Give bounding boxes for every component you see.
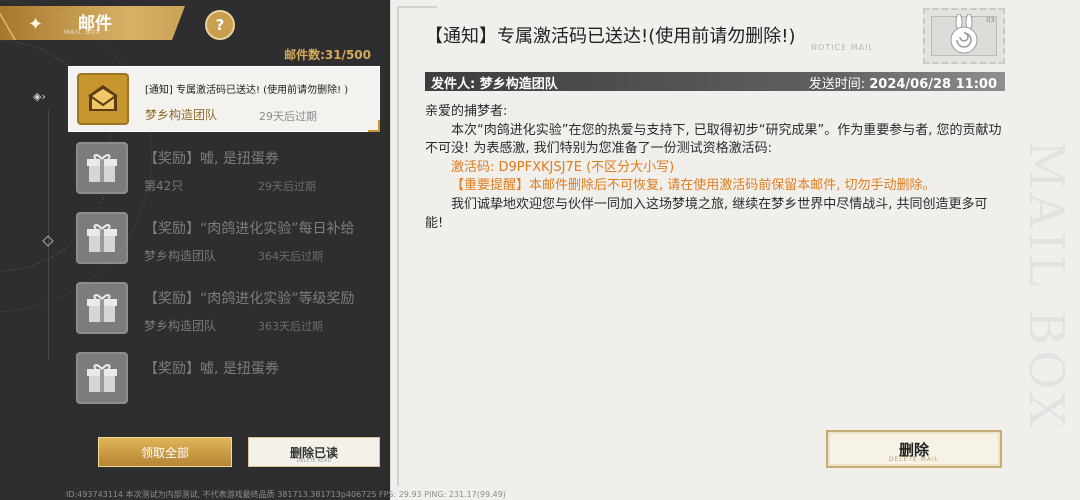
mail-detail-title: 【通知】专属激活码已送达!(使用前请勿删除!) bbox=[425, 26, 796, 47]
mail-expire: 29天后过期 bbox=[258, 180, 316, 193]
send-time-value: 2024/06/28 11:00 bbox=[869, 77, 997, 92]
diamond-icon bbox=[42, 235, 54, 247]
frame-border bbox=[397, 6, 399, 486]
mail-expire: 364天后过期 bbox=[258, 250, 323, 263]
send-time: 发送时间: 2024/06/28 11:00 bbox=[809, 73, 997, 92]
claim-all-label: 领取全部 bbox=[140, 445, 189, 460]
mail-list-item[interactable]: 【奖励】“肉鸽进化实验”等级奖励 梦乡构造团队 363天后过期 bbox=[68, 276, 380, 342]
mail-body: 亲爱的捕梦者: 本次“肉鸽进化实验”在您的热爱与支持下, 已取得初步“研究成果”… bbox=[425, 103, 1005, 233]
gift-box-icon bbox=[76, 282, 128, 334]
activation-code: 激活码: D9PFXKJSJ7E (不区分大小写) bbox=[451, 159, 675, 175]
mail-count: 邮件数:31/500 bbox=[284, 48, 371, 62]
mail-subject: 【奖励】嘘, 是扭蛋券 bbox=[144, 361, 279, 377]
mail-paragraph: 我们诚挚地欢迎您与伙伴一同加入这场梦境之旅, 继续在梦乡世界中尽情战斗, 共同创… bbox=[425, 196, 988, 231]
mail-detail-panel: MAIL BOX 【通知】专属激活码已送达!(使用前请勿删除!) NOTICE … bbox=[390, 0, 1080, 500]
gift-box-icon bbox=[76, 142, 128, 194]
mail-list-item[interactable]: 【奖励】嘘, 是扭蛋券 bbox=[68, 346, 380, 412]
mail-expire: 363天后过期 bbox=[258, 320, 323, 333]
claim-all-button[interactable]: 领取全部 bbox=[98, 437, 232, 467]
mail-subject: [通知] 专属激活码已送达! (使用前请勿删除! ) bbox=[145, 85, 349, 96]
question-icon: ? bbox=[215, 16, 225, 34]
important-warning: 【重要提醒】本邮件删除后不可恢复, 请在使用激活码前保留本邮件, 切勿手动删除。 bbox=[451, 178, 936, 194]
delete-read-sublabel: DELETE READ bbox=[296, 458, 332, 464]
debug-status-bar: ID:493743114 本次测试为内部测试, 不代表游戏最终品质 381713… bbox=[66, 490, 506, 499]
delete-mail-button[interactable]: 删除 DELETE MAIL bbox=[826, 430, 1002, 468]
mail-expire: 29天后过期 bbox=[259, 110, 317, 123]
frame-border bbox=[397, 6, 437, 8]
postage-stamp: 03 bbox=[923, 8, 1005, 64]
mail-list-item[interactable]: [通知] 专属激活码已送达! (使用前请勿删除! ) 梦乡构造团队 29天后过期 bbox=[68, 66, 380, 132]
mail-list-panel: ◈› ✦ 邮件 MAIL BOX ? 邮件数:31/500 [通知] 专属激活码… bbox=[0, 0, 385, 500]
feather-icon: ✦ bbox=[28, 14, 44, 35]
stamp-number: 03 bbox=[986, 16, 995, 24]
tab-decoration bbox=[0, 6, 54, 40]
send-time-prefix: 发送时间: bbox=[808, 77, 870, 92]
mail-subject: 【奖励】“肉鸽进化实验”等级奖励 bbox=[144, 291, 355, 307]
mail-header-tab: ✦ 邮件 MAIL BOX bbox=[0, 6, 185, 40]
mail-paragraph: 本次“肉鸽进化实验”在您的热爱与支持下, 已取得初步“研究成果”。作为重要参与者… bbox=[425, 122, 1002, 157]
mail-info-bar: 发件人: 梦乡构造团队 发送时间: 2024/06/28 11:00 bbox=[425, 72, 1005, 92]
mail-subtitle: MAIL BOX bbox=[64, 29, 101, 36]
mail-sender: 梦乡构造团队 bbox=[144, 319, 217, 333]
mail-sender: 梦乡构造团队 bbox=[144, 249, 217, 263]
mail-sender: 第42只 bbox=[144, 179, 184, 193]
help-button[interactable]: ? bbox=[205, 10, 235, 40]
mail-detail-subtitle: NOTICE MAIL bbox=[811, 43, 874, 52]
decorative-line bbox=[48, 110, 49, 360]
gift-box-icon bbox=[76, 212, 128, 264]
mail-list-item[interactable]: 【奖励】嘘, 是扭蛋券 第42只 29天后过期 bbox=[68, 136, 380, 202]
envelope-icon bbox=[77, 73, 129, 125]
mail-sender: 梦乡构造团队 bbox=[145, 108, 218, 122]
mail-greeting: 亲爱的捕梦者: bbox=[425, 104, 508, 119]
background-watermark: MAIL BOX bbox=[1018, 140, 1074, 431]
gift-box-icon bbox=[76, 352, 128, 404]
delete-read-button[interactable]: 删除已读 DELETE READ bbox=[248, 437, 380, 467]
mail-subject: 【奖励】“肉鸽进化实验”每日补给 bbox=[144, 221, 355, 237]
delete-mail-sublabel: DELETE MAIL bbox=[888, 456, 940, 463]
sender-label: 发件人: 梦乡构造团队 bbox=[431, 77, 558, 92]
selection-arrow-icon: ◈› bbox=[33, 90, 46, 103]
rabbit-icon bbox=[950, 14, 978, 54]
mail-list-item[interactable]: 【奖励】“肉鸽进化实验”每日补给 梦乡构造团队 364天后过期 bbox=[68, 206, 380, 272]
mail-subject: 【奖励】嘘, 是扭蛋券 bbox=[144, 151, 279, 167]
